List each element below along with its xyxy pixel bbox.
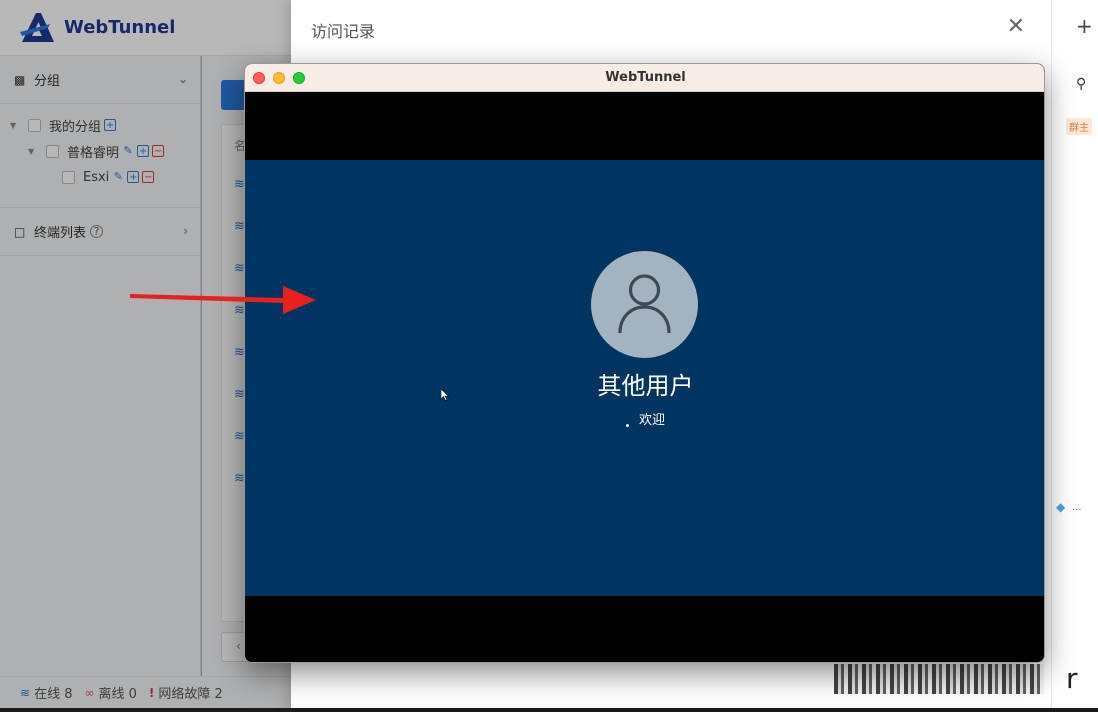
windows-login-screen[interactable]: 其他用户 欢迎	[245, 160, 1044, 596]
red-arrow-annotation	[130, 286, 316, 314]
bottom-letter: r	[1066, 662, 1078, 695]
login-user-name: 其他用户	[597, 372, 694, 400]
user-silhouette-icon	[618, 274, 671, 334]
diamond-icon: ◆	[1056, 500, 1066, 514]
login-status: 欢迎	[245, 409, 1044, 428]
window-titlebar[interactable]: WebTunnel	[245, 64, 1044, 92]
bottom-decoration: r	[826, 660, 1098, 712]
barcode-graphic	[834, 664, 1044, 694]
search-icon[interactable]: ⚲	[1076, 76, 1086, 92]
window-title: WebTunnel	[605, 70, 686, 85]
owner-badge: 群主	[1066, 118, 1092, 135]
webtunnel-window: WebTunnel 其他用户 欢迎	[244, 63, 1045, 663]
mouse-cursor-icon	[441, 389, 449, 401]
more-ellipsis[interactable]: ...	[1072, 502, 1082, 513]
remote-desktop-view[interactable]: 其他用户 欢迎	[245, 92, 1044, 662]
welcome-text: 欢迎	[638, 413, 665, 428]
plus-icon[interactable]: +	[1076, 14, 1093, 38]
user-avatar[interactable]	[591, 251, 698, 358]
drawer-title: 访问记录	[311, 22, 376, 41]
right-strip: + ⚲ 群主 ◆ ...	[1051, 0, 1098, 712]
loading-dot	[625, 424, 629, 427]
bottom-edge	[0, 708, 1098, 712]
close-icon[interactable]: ✕	[1007, 16, 1025, 38]
